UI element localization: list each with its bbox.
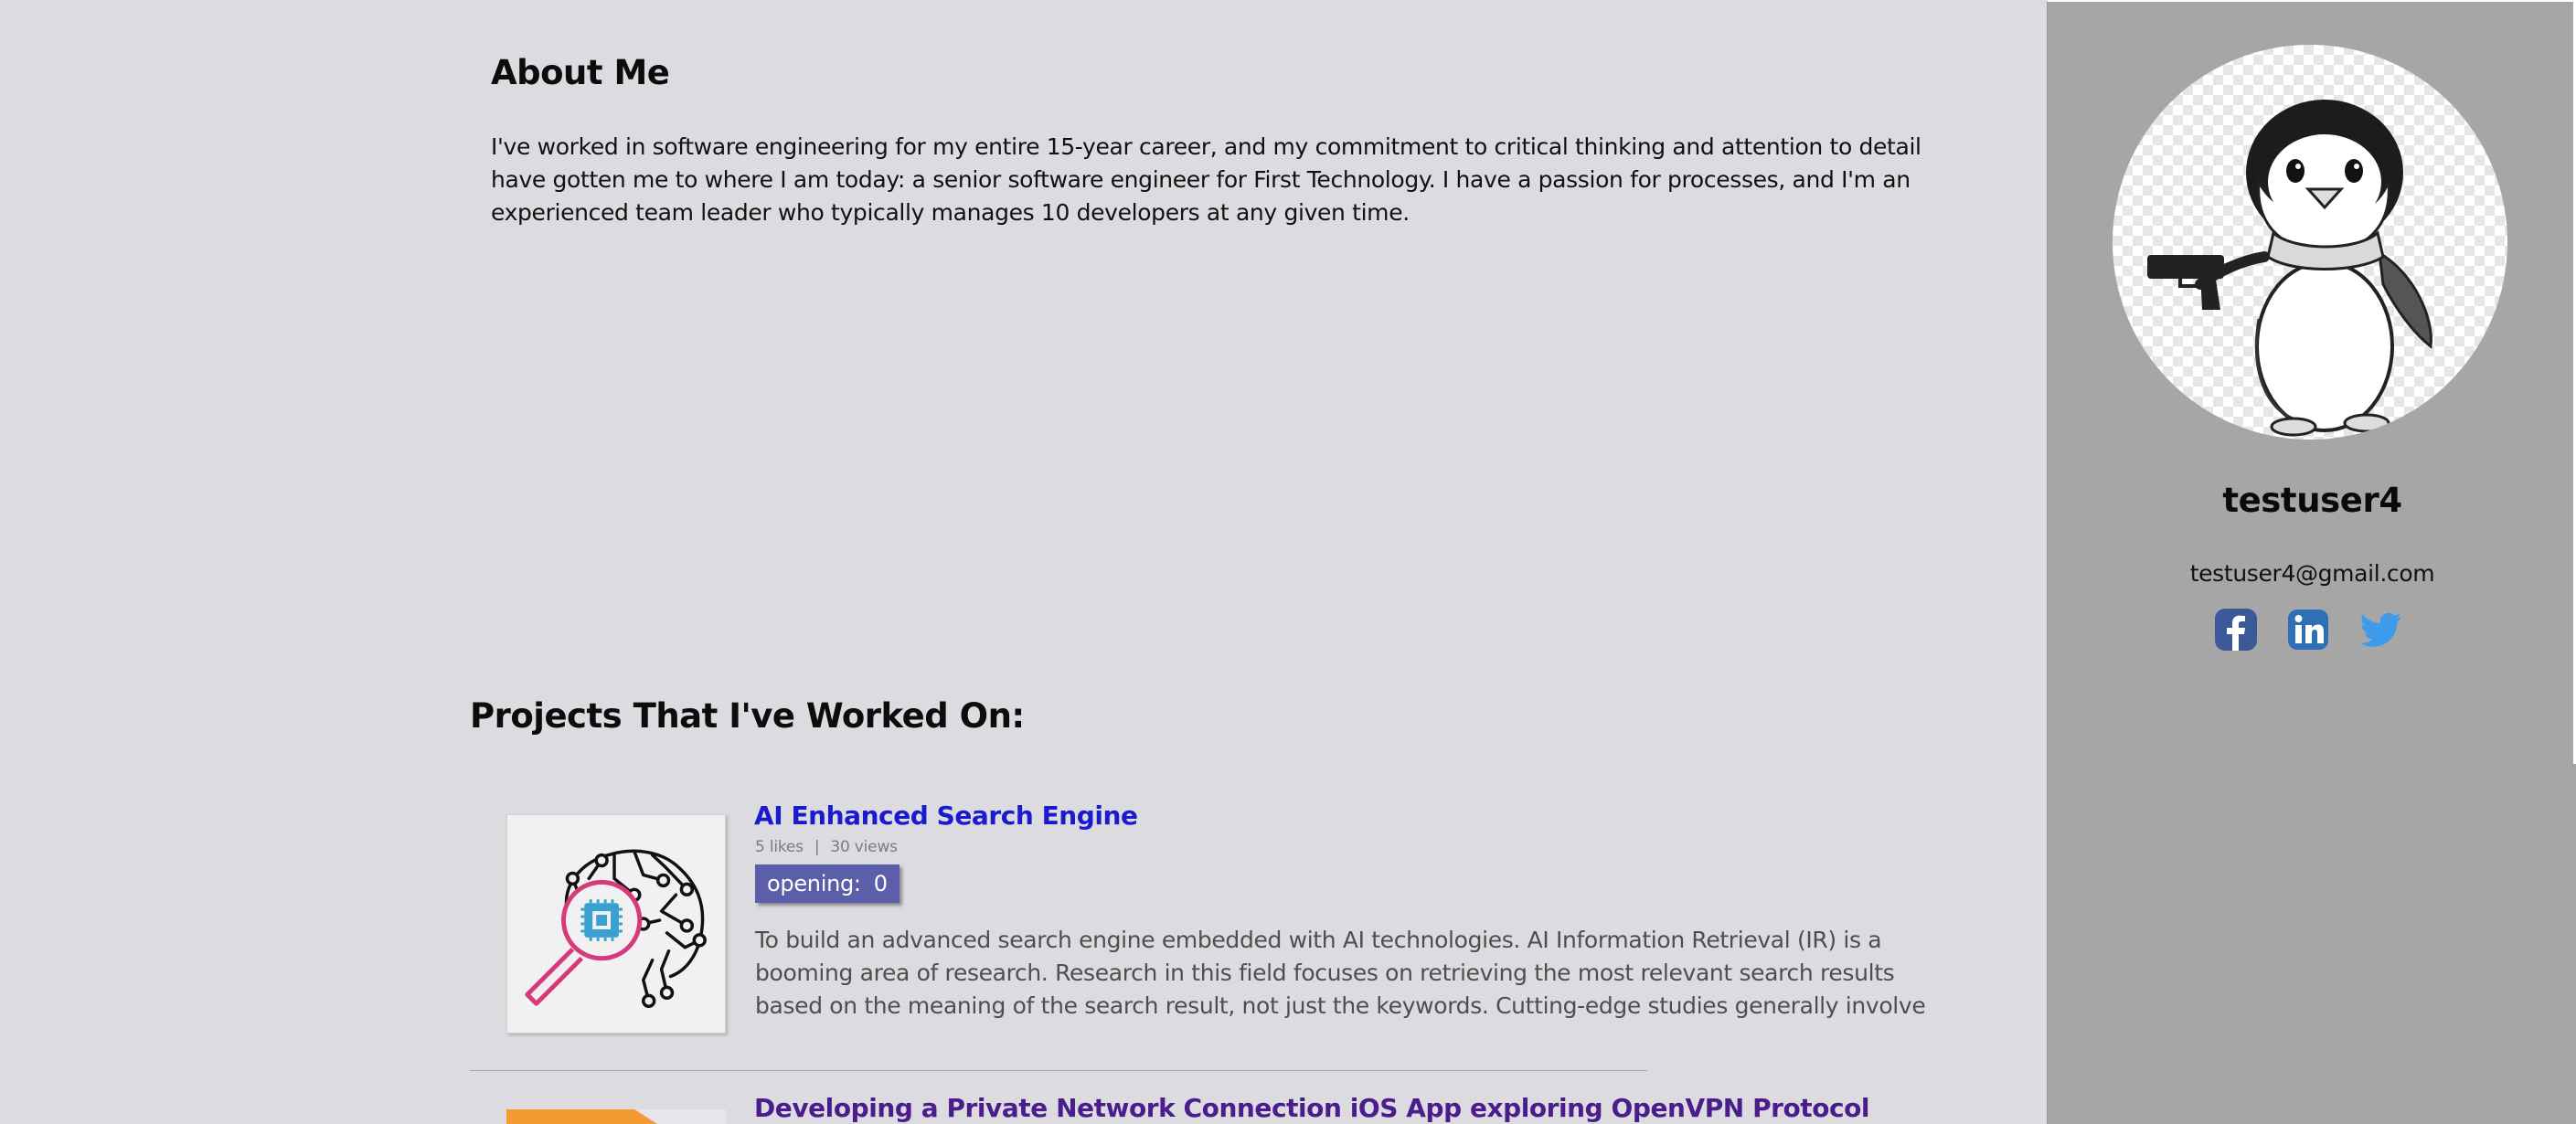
project-title-link[interactable]: AI Enhanced Search Engine	[754, 801, 1138, 831]
project-title-link[interactable]: Developing a Private Network Connection …	[754, 1093, 1870, 1123]
penguin-avatar	[2113, 45, 2507, 440]
about-heading: About Me	[491, 53, 670, 92]
project-stats: 5 likes | 30 views	[755, 838, 898, 856]
profile-sidebar: testuser4 testuser4@gmail.com	[2047, 0, 2576, 1124]
linkedin-icon[interactable]	[2285, 607, 2331, 652]
views-count: 30 views	[830, 838, 898, 856]
twitter-icon[interactable]	[2358, 607, 2404, 652]
email: testuser4@gmail.com	[2189, 560, 2435, 587]
ai-brain-search-icon[interactable]	[506, 814, 726, 1034]
profile-page: About Me I've worked in software enginee…	[0, 0, 2576, 1124]
opening-label: opening:	[767, 871, 861, 896]
thumbnail-shape	[506, 1109, 657, 1124]
opening-count: 0	[873, 871, 888, 896]
projects-heading: Projects That I've Worked On:	[470, 696, 1025, 736]
project-divider	[470, 1070, 1647, 1071]
about-text: I've worked in software engineering for …	[491, 133, 1921, 226]
likes-count: 5 likes	[755, 838, 804, 856]
vpn-app-thumbnail[interactable]	[506, 1109, 726, 1124]
stats-separator: |	[814, 838, 820, 856]
opening-badge: opening: 0	[755, 864, 899, 903]
project-description: To build an advanced search engine embed…	[755, 927, 1926, 1019]
username: testuser4	[2222, 481, 2402, 520]
facebook-icon[interactable]	[2213, 607, 2259, 652]
